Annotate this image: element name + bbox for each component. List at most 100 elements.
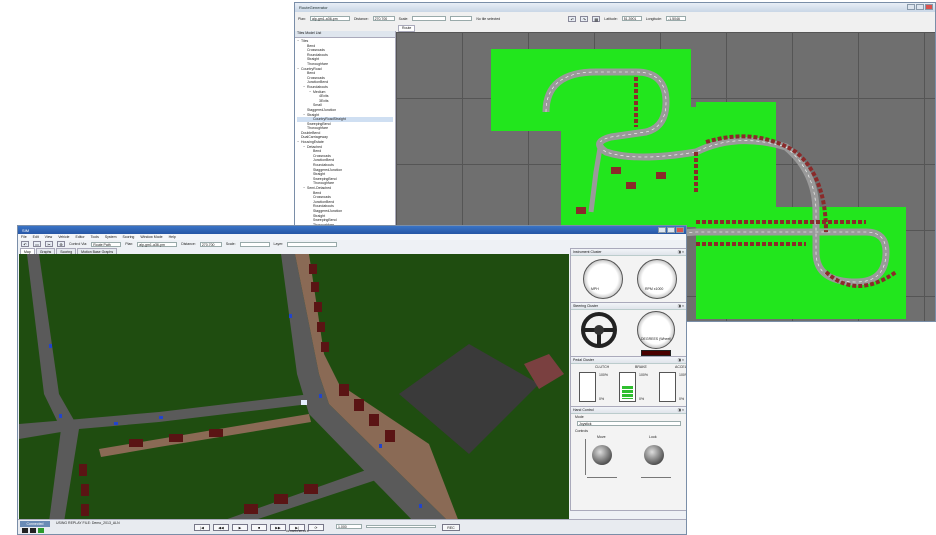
control-select[interactable]: Route Path [91, 241, 122, 247]
simulator-titlebar: SIM [18, 226, 686, 234]
panel-pin-icon[interactable]: ◨ × [678, 408, 684, 412]
rpm-unit: RPM x1000 [645, 287, 664, 291]
scale-label: Scale: [225, 242, 236, 246]
undo-icon[interactable]: ↶ [568, 15, 577, 22]
tree-node-label: Straight [307, 112, 320, 117]
building [626, 182, 636, 189]
hand-control-panel: Hand Control ◨ × Mode Joystick Controls M… [570, 406, 686, 511]
rpm-dial [637, 259, 677, 299]
tree-node-label: Thoroughfare [313, 181, 335, 186]
grass-tile [696, 102, 776, 212]
connection-indicator: Connected [20, 521, 50, 527]
panel-pin-icon[interactable]: ◨ × [678, 358, 684, 362]
scale-slider[interactable] [412, 16, 447, 21]
tree-node-label: DualCarriageway [301, 135, 328, 140]
speed-unit: MPH [591, 287, 599, 291]
scale-label: Scale: [398, 16, 409, 21]
undo-icon[interactable]: ↶ [21, 241, 29, 247]
latitude-label: Latitude: [604, 16, 618, 21]
record-button[interactable]: REC [442, 524, 460, 531]
scale-slider[interactable] [239, 241, 270, 247]
route-toolbar: Plan: alp-gm1-a36-pm Distance: 270.700 S… [295, 14, 935, 23]
plan-field[interactable]: alp-gm1-a36-pm [137, 241, 178, 247]
tree-node-label: Bend [307, 71, 316, 76]
panel-pin-icon[interactable]: ◨ × [678, 250, 684, 254]
tree-node-label: StaggeredJunction [313, 167, 343, 172]
skip-back-button[interactable]: |◀ [194, 524, 210, 531]
pedal-gauge [659, 372, 676, 402]
mode-label: Mode [575, 415, 584, 419]
minimize-button[interactable] [658, 227, 666, 233]
pedal-gauge [579, 372, 596, 402]
tree-node-label: Straight [307, 57, 320, 62]
simulation-3d-view[interactable] [19, 254, 569, 522]
move-label: Move [597, 435, 606, 439]
longitude-field[interactable]: -1.5046 [666, 16, 687, 21]
latitude-field[interactable]: 51.3901 [621, 16, 642, 21]
open-icon[interactable]: ▭ [33, 241, 41, 247]
tree-node-label: 3Exits [319, 98, 329, 103]
loop-button[interactable]: ⟳ [308, 524, 324, 531]
tree-node-label: Roundabouts [313, 163, 334, 168]
look-joystick[interactable] [644, 445, 664, 465]
tree-node-label: CountryRoad [301, 66, 322, 71]
distance-field[interactable]: 270.700 [199, 241, 222, 247]
tree-node-label: SweepingBend [313, 218, 337, 223]
tree-node-label: Crossroads [307, 48, 325, 53]
pedal-cluster-title: Pedal Cluster [573, 358, 595, 362]
rewind-button[interactable]: ◀◀ [213, 524, 229, 531]
panel-pin-icon[interactable]: ◨ × [678, 304, 684, 308]
maximize-button[interactable] [667, 227, 675, 233]
tree-node-label: SweepingBend [307, 121, 331, 126]
window-title: SIM [22, 227, 30, 233]
player-vehicle [301, 400, 307, 405]
distance-field[interactable]: 270.700 [372, 16, 395, 21]
play-button[interactable]: ▶ [232, 524, 248, 531]
tree-node-label: Roundabouts [307, 84, 328, 89]
plan-label: Plan: [125, 242, 134, 246]
tree-node-label: SweepingBend [313, 176, 337, 181]
minimize-button[interactable] [907, 4, 915, 10]
grass-tile [491, 107, 561, 131]
move-joystick[interactable] [592, 445, 612, 465]
pedal-gauge [619, 372, 636, 402]
tree-node-label: JunctionBend [307, 80, 329, 85]
move-horizontal-slider[interactable] [587, 477, 617, 478]
tree-node-label: StaggeredJunction [307, 107, 337, 112]
grid-icon[interactable]: ▦ [592, 15, 601, 22]
tree-node-label: Bend [307, 43, 316, 48]
record-indicator [22, 528, 28, 533]
distance-label: Distance: [353, 16, 369, 21]
distance-label: Distance: [181, 242, 196, 246]
building [611, 167, 621, 174]
plan-field[interactable]: alp-gm1-a36-pm [309, 16, 350, 21]
speedometer-dial [583, 259, 623, 299]
playback-speed-field[interactable]: 1.000 [336, 524, 362, 529]
control-label: Control Via: [69, 242, 88, 246]
tab-route[interactable]: Route [398, 25, 416, 32]
move-vertical-slider[interactable] [585, 439, 586, 475]
tree-node-label: JunctionBend [313, 158, 335, 163]
maximize-button[interactable] [916, 4, 924, 10]
stop-button[interactable]: ■ [251, 524, 267, 531]
redo-icon[interactable]: ↷ [580, 15, 589, 22]
replay-status: USING REPLAY FILE: Demo_2013_ALN [56, 521, 120, 525]
simulator-window: SIM File Edit View Vehicle Editor Tools System… [17, 225, 687, 535]
look-horizontal-slider[interactable] [641, 477, 671, 478]
fast-forward-button[interactable]: ▶▶ [270, 524, 286, 531]
steering-cluster-panel: Steering Cluster ◨ × DEGREES (Wheel) [570, 302, 686, 358]
scale-field[interactable] [450, 16, 473, 21]
tree-node-label: CountryRoadStraight [313, 117, 346, 122]
timeline-slider[interactable] [366, 525, 436, 528]
steering-cluster-title: Steering Cluster [573, 304, 599, 308]
layer-slider[interactable] [287, 241, 338, 247]
mode-select[interactable]: Joystick [577, 421, 681, 426]
zoom-icon[interactable]: ⊕ [57, 241, 65, 247]
tree-node-label: Small [313, 103, 322, 108]
pedal-fill [622, 386, 633, 399]
tree-node-label: Medium [313, 89, 326, 94]
close-button[interactable] [925, 4, 933, 10]
cut-icon[interactable]: ✂ [45, 241, 53, 247]
close-button[interactable] [676, 227, 684, 233]
tree-node-label: Bend [313, 190, 322, 195]
